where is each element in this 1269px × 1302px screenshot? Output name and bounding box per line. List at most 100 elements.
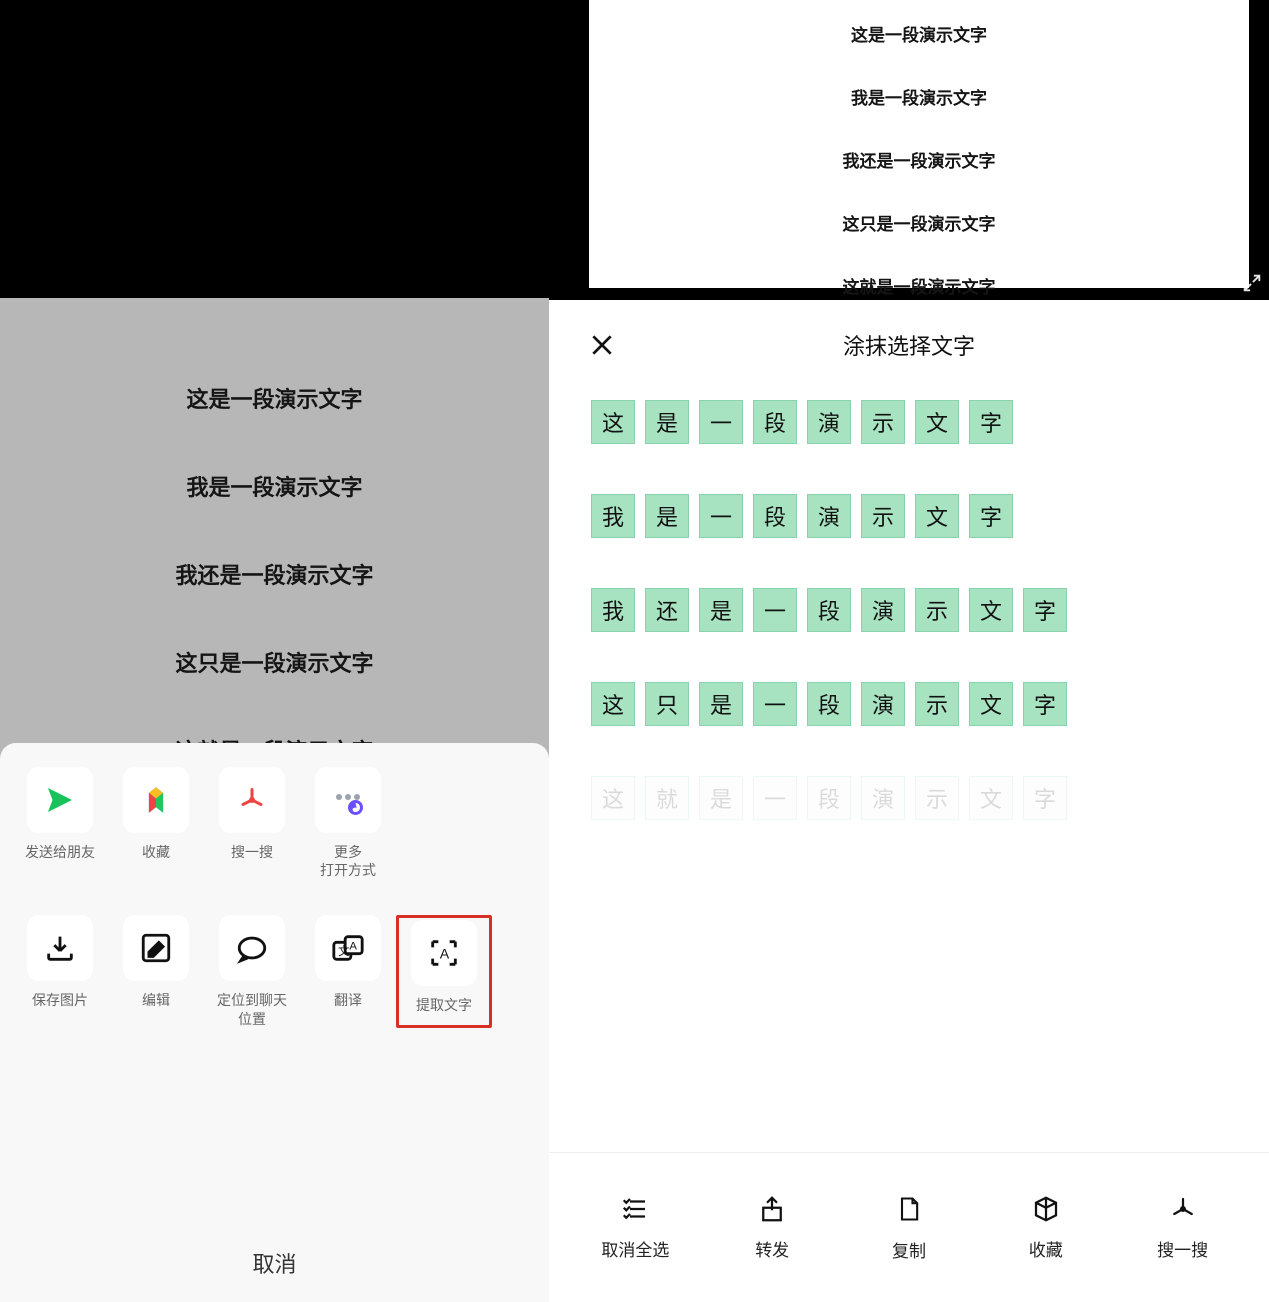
sheet-label: 翻译 — [334, 991, 362, 1009]
char-cell[interactable]: 就 — [645, 776, 689, 820]
char-cell[interactable]: 文 — [969, 776, 1013, 820]
toolbar-label: 取消全选 — [601, 1236, 669, 1261]
char-cell[interactable]: 字 — [1023, 776, 1067, 820]
char-cell[interactable]: 段 — [753, 494, 797, 538]
text-selection-panel: 涂抹选择文字 这是一段演示文字我是一段演示文字我还是一段演示文字这只是一段演示文… — [549, 300, 1269, 1302]
char-cell[interactable]: 是 — [699, 776, 743, 820]
char-cell[interactable]: 一 — [753, 776, 797, 820]
char-cell[interactable]: 示 — [915, 588, 959, 632]
copy-button[interactable] — [895, 1193, 923, 1225]
char-cell[interactable]: 一 — [753, 588, 797, 632]
char-cell[interactable]: 这 — [591, 682, 635, 726]
edit-icon — [139, 931, 173, 965]
paper-line: 这只是一段演示文字 — [843, 210, 996, 235]
search-icon — [1167, 1194, 1199, 1224]
send-to-friend-button[interactable] — [27, 767, 93, 833]
sheet-label: 搜一搜 — [231, 843, 273, 861]
char-cell[interactable]: 还 — [645, 588, 689, 632]
collect-button[interactable] — [1030, 1194, 1062, 1224]
toolbar-label: 搜一搜 — [1157, 1236, 1208, 1261]
char-cell[interactable]: 示 — [915, 682, 959, 726]
toolbar-label: 复制 — [892, 1237, 926, 1262]
save-image-button[interactable] — [27, 915, 93, 981]
sheet-label: 更多 打开方式 — [320, 843, 376, 879]
char-cell[interactable]: 示 — [861, 494, 905, 538]
char-cell[interactable]: 段 — [753, 400, 797, 444]
collect-icon — [1030, 1194, 1062, 1224]
char-cell[interactable]: 段 — [807, 776, 851, 820]
copy-icon — [895, 1193, 923, 1225]
sheet-row-2: 保存图片 编辑 定位到聊天 位置 — [0, 915, 549, 1027]
char-cell[interactable]: 演 — [861, 682, 905, 726]
extract-text-highlight: A 提取文字 — [396, 915, 492, 1027]
char-row: 这只是一段演示文字 — [591, 682, 1227, 726]
char-row: 这是一段演示文字 — [591, 400, 1227, 444]
sheet-label: 提取文字 — [416, 996, 472, 1014]
char-cell[interactable]: 演 — [861, 776, 905, 820]
char-cell[interactable]: 是 — [645, 494, 689, 538]
char-cell[interactable]: 段 — [807, 682, 851, 726]
close-icon — [589, 332, 615, 358]
char-cell[interactable]: 是 — [699, 588, 743, 632]
char-cell[interactable]: 是 — [699, 682, 743, 726]
translate-button[interactable]: 文A — [315, 915, 381, 981]
favorite-button[interactable] — [123, 767, 189, 833]
svg-text:A: A — [440, 947, 450, 963]
char-cell[interactable]: 示 — [861, 400, 905, 444]
char-cell[interactable]: 文 — [969, 588, 1013, 632]
extract-text-icon: A — [427, 936, 461, 970]
char-cell[interactable]: 我 — [591, 588, 635, 632]
char-cell[interactable]: 文 — [915, 400, 959, 444]
char-cell[interactable]: 字 — [969, 400, 1013, 444]
char-cell[interactable]: 只 — [645, 682, 689, 726]
char-cell[interactable]: 段 — [807, 588, 851, 632]
char-cell[interactable]: 我 — [591, 494, 635, 538]
more-icon — [330, 782, 366, 818]
cancel-button[interactable]: 取消 — [0, 1224, 549, 1302]
extract-text-button[interactable]: A — [411, 920, 477, 986]
more-open-with-button[interactable] — [315, 767, 381, 833]
search-button[interactable] — [1167, 1194, 1199, 1224]
sheet-label: 收藏 — [142, 843, 170, 861]
char-cell[interactable]: 文 — [969, 682, 1013, 726]
char-cell[interactable]: 是 — [645, 400, 689, 444]
deselect-all-button[interactable] — [618, 1194, 652, 1224]
char-cell[interactable]: 一 — [699, 494, 743, 538]
char-cell[interactable]: 演 — [861, 588, 905, 632]
image-preview-full: 这是一段演示文字 我是一段演示文字 我还是一段演示文字 这只是一段演示文字 这就… — [549, 0, 1269, 300]
paper-line: 我还是一段演示文字 — [843, 147, 996, 172]
char-cell[interactable]: 字 — [969, 494, 1013, 538]
char-cell[interactable]: 一 — [699, 400, 743, 444]
demo-line: 我还是一段演示文字 — [175, 558, 373, 590]
forward-button[interactable] — [757, 1194, 787, 1224]
char-cell[interactable]: 文 — [915, 494, 959, 538]
char-cell[interactable]: 这 — [591, 400, 635, 444]
sheet-label: 编辑 — [142, 991, 170, 1009]
expand-icon[interactable] — [1241, 272, 1263, 294]
char-cell[interactable]: 示 — [915, 776, 959, 820]
bottom-toolbar: 取消全选 转发 复制 — [549, 1152, 1269, 1302]
char-rows-area: 这是一段演示文字我是一段演示文字我还是一段演示文字这只是一段演示文字这就是一段演… — [549, 390, 1269, 1152]
share-icon — [42, 782, 78, 818]
sheet-row-1: 发送给朋友 收藏 搜一搜 — [0, 767, 549, 879]
paper-content: 这是一段演示文字 我是一段演示文字 我还是一段演示文字 这只是一段演示文字 这就… — [589, 0, 1249, 288]
edit-button[interactable] — [123, 915, 189, 981]
toolbar-label: 收藏 — [1029, 1236, 1063, 1261]
char-cell[interactable]: 字 — [1023, 682, 1067, 726]
char-cell[interactable]: 这 — [591, 776, 635, 820]
search-mini-button[interactable] — [219, 767, 285, 833]
close-button[interactable] — [589, 332, 615, 358]
char-cell[interactable]: 一 — [753, 682, 797, 726]
translate-icon: 文A — [331, 931, 365, 965]
locate-icon — [234, 931, 270, 965]
char-cell[interactable]: 演 — [807, 494, 851, 538]
favorite-icon — [139, 783, 173, 817]
panel-title: 涂抹选择文字 — [843, 329, 975, 361]
svg-text:文: 文 — [338, 944, 349, 958]
char-row-faded: 这就是一段演示文字 — [591, 776, 1227, 820]
locate-in-chat-button[interactable] — [219, 915, 285, 981]
char-row: 我还是一段演示文字 — [591, 588, 1227, 632]
char-cell[interactable]: 字 — [1023, 588, 1067, 632]
char-cell[interactable]: 演 — [807, 400, 851, 444]
svg-text:A: A — [349, 941, 357, 953]
